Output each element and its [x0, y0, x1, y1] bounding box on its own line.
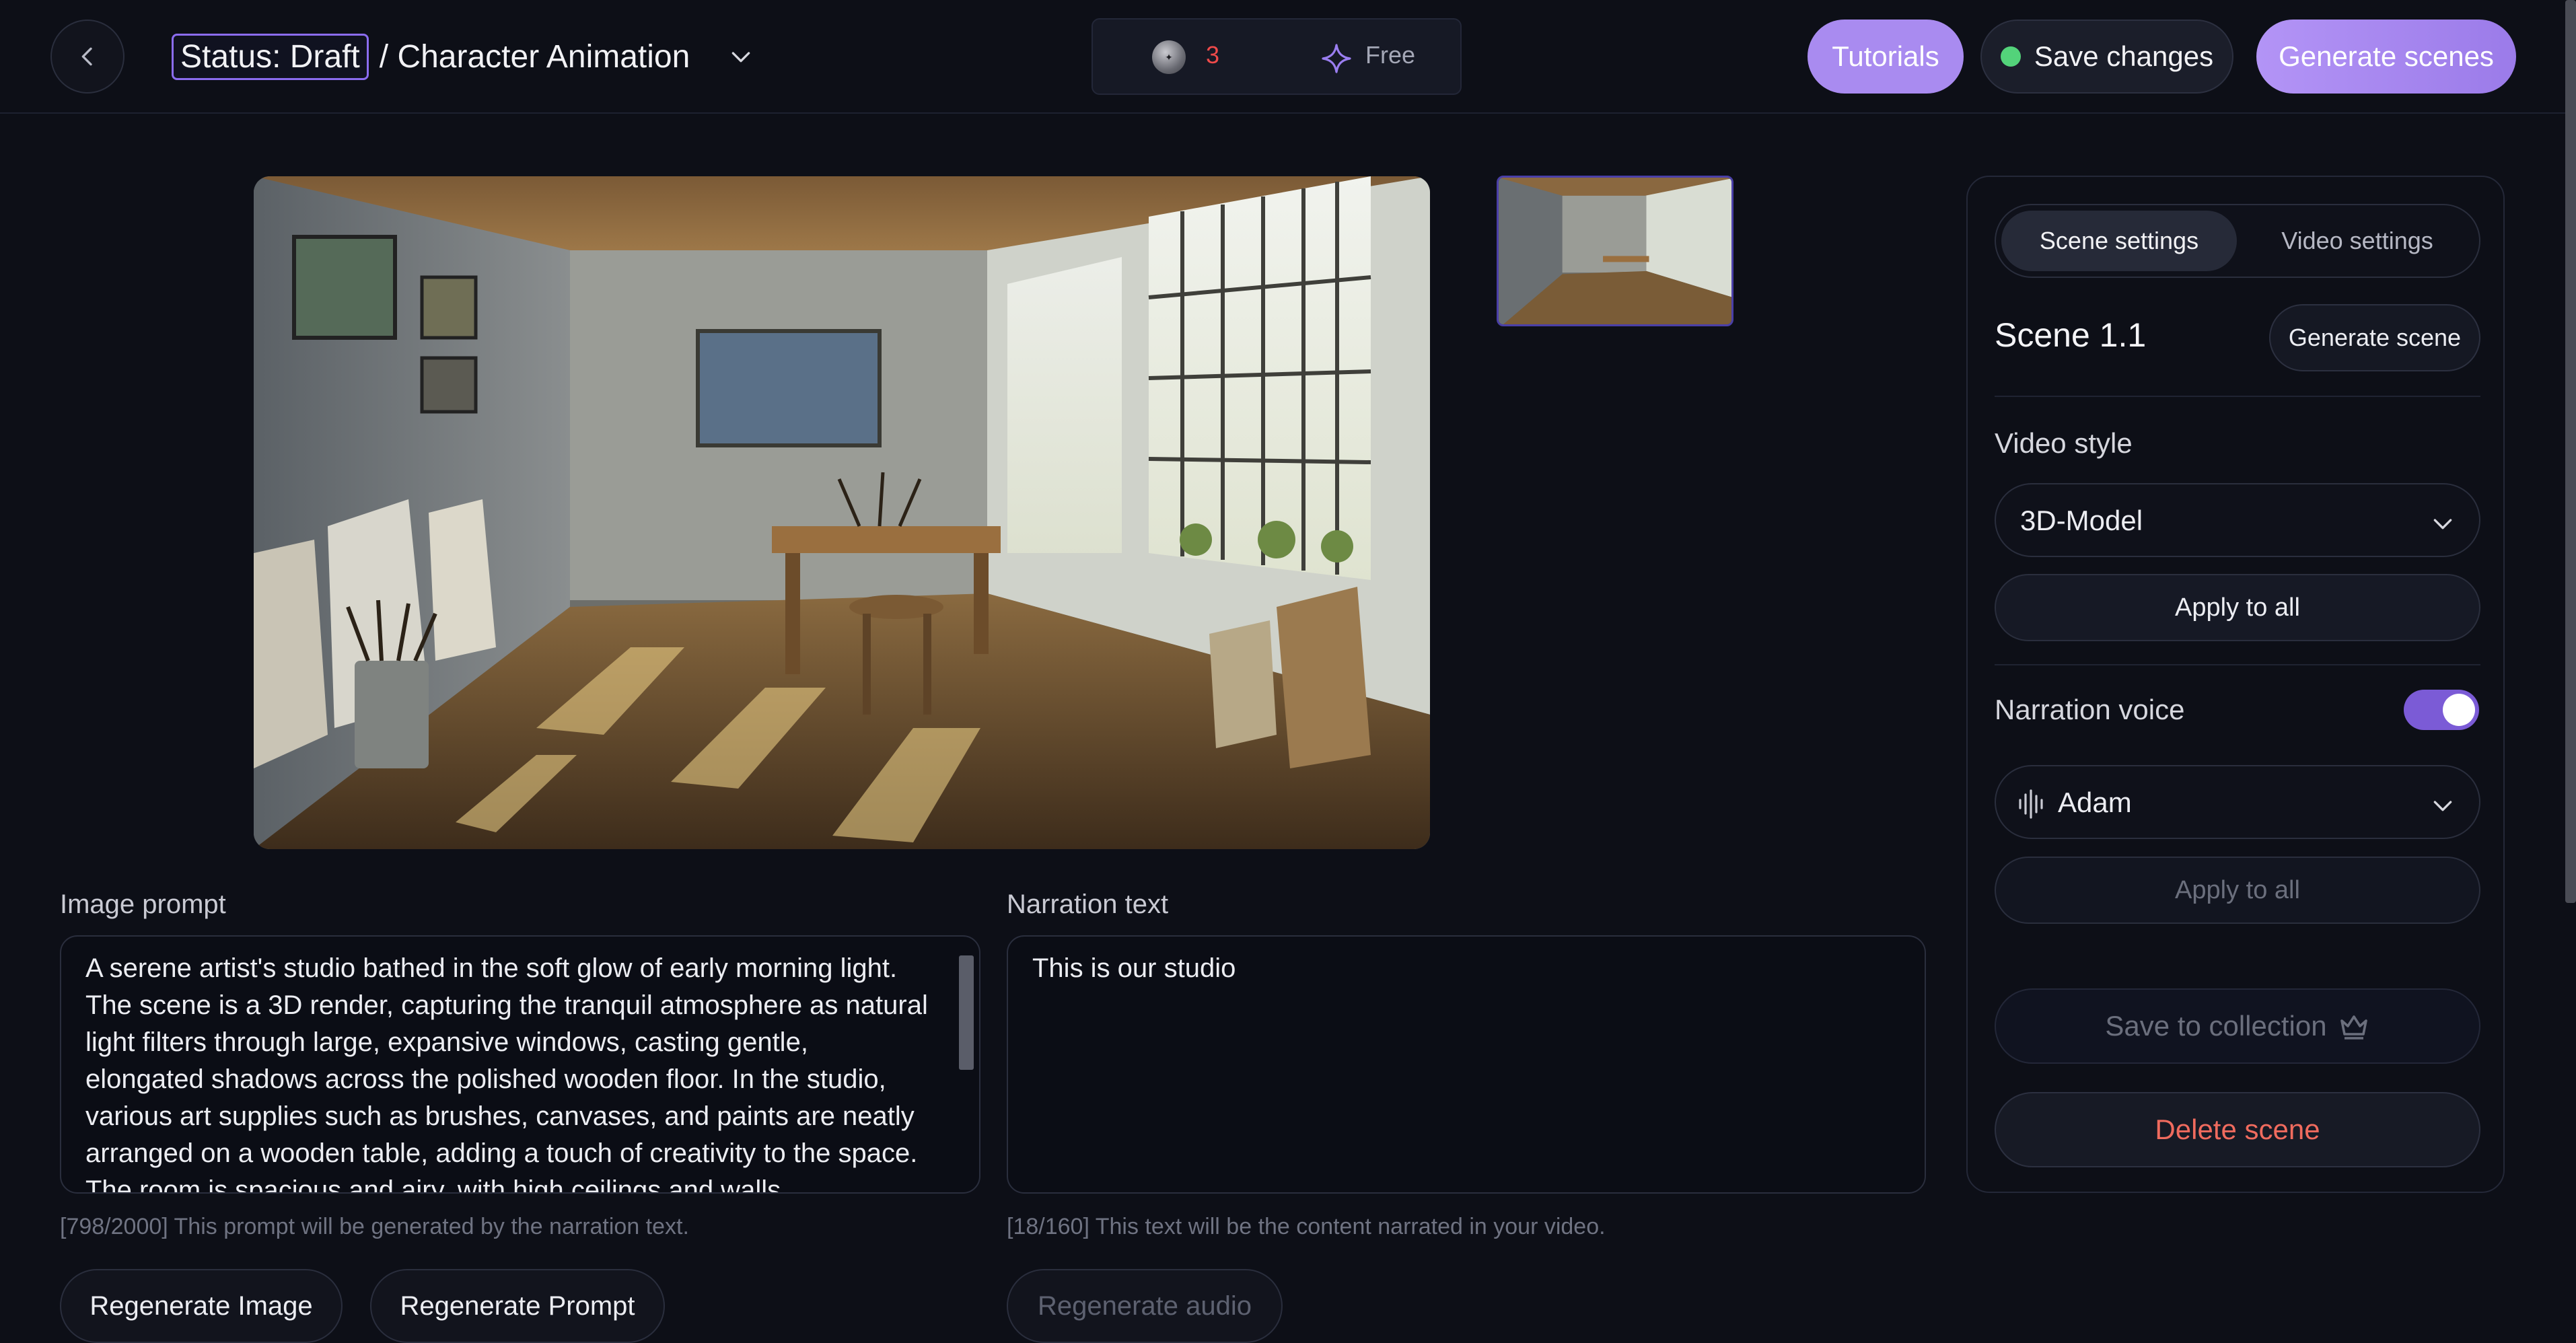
voice-value: Adam	[2058, 787, 2132, 818]
artist-studio-illustration	[254, 176, 1430, 849]
scene-image[interactable]	[254, 176, 1430, 849]
narration-voice-toggle[interactable]	[2404, 690, 2479, 730]
narration-text-value: This is our studio	[1032, 953, 1236, 983]
image-prompt-hint: [798/2000] This prompt will be generated…	[60, 1214, 689, 1239]
coin-icon: ✦	[1152, 40, 1186, 74]
divider	[1995, 396, 2480, 397]
breadcrumb: Status: Draft / Character Animation	[172, 32, 754, 81]
save-changes-button[interactable]: Save changes	[1980, 20, 2233, 94]
page-scrollbar[interactable]	[2565, 0, 2576, 903]
scene-settings-panel: Scene settings Video settings Scene 1.1 …	[1966, 176, 2505, 1193]
chevron-left-icon	[81, 47, 92, 66]
project-title: / Character Animation	[379, 38, 690, 75]
video-style-value: 3D-Model	[2020, 505, 2143, 536]
chevron-down-icon	[2433, 519, 2452, 530]
credits-widget: ✦ 3 Free	[1092, 18, 1462, 95]
image-prompt-scrollbar[interactable]	[959, 955, 974, 1070]
generate-scene-button[interactable]: Generate scene	[2269, 304, 2480, 371]
tutorials-button[interactable]: Tutorials	[1808, 20, 1964, 94]
plan-label[interactable]: Free	[1365, 41, 1415, 69]
regenerate-prompt-button[interactable]: Regenerate Prompt	[370, 1269, 665, 1343]
sparkle-icon	[1322, 44, 1351, 73]
audio-wave-icon	[2019, 789, 2043, 819]
video-style-select[interactable]: 3D-Model	[1995, 483, 2480, 557]
narration-text-label: Narration text	[1007, 890, 1169, 919]
scene-thumbnail[interactable]	[1497, 176, 1733, 326]
save-changes-label: Save changes	[2034, 40, 2214, 72]
generate-scenes-button[interactable]: Generate scenes	[2256, 20, 2516, 94]
image-prompt-text: A serene artist's studio bathed in the s…	[85, 953, 928, 1194]
top-bar: Status: Draft / Character Animation ✦ 3 …	[0, 0, 2576, 114]
regenerate-audio-button[interactable]: Regenerate audio	[1007, 1269, 1283, 1343]
status-badge[interactable]: Status: Draft	[172, 33, 369, 80]
image-prompt-label: Image prompt	[60, 890, 226, 919]
apply-voice-to-all-button[interactable]: Apply to all	[1995, 857, 2480, 924]
narration-voice-label: Narration voice	[1995, 694, 2185, 725]
chevron-down-icon	[731, 52, 750, 63]
narration-hint: [18/160] This text will be the content n…	[1007, 1214, 1606, 1239]
saved-status-dot	[2000, 46, 2021, 67]
save-to-collection-button[interactable]: Save to collection	[1995, 988, 2480, 1064]
crown-icon	[2340, 1015, 2367, 1040]
back-button[interactable]	[50, 20, 124, 94]
voice-select[interactable]: Adam	[1995, 765, 2480, 839]
regenerate-image-button[interactable]: Regenerate Image	[60, 1269, 343, 1343]
delete-scene-button[interactable]: Delete scene	[1995, 1092, 2480, 1167]
save-to-collection-label: Save to collection	[2105, 1010, 2327, 1042]
video-style-label: Video style	[1995, 427, 2133, 459]
tab-scene-settings[interactable]: Scene settings	[2001, 211, 2237, 271]
divider	[1995, 664, 2480, 665]
chevron-down-icon	[2433, 801, 2452, 811]
thumbnail-illustration	[1499, 178, 1731, 324]
project-dropdown-toggle[interactable]	[727, 43, 754, 70]
tab-video-settings[interactable]: Video settings	[2240, 211, 2475, 271]
scene-title: Scene 1.1	[1995, 316, 2147, 354]
image-prompt-input[interactable]: A serene artist's studio bathed in the s…	[60, 935, 980, 1194]
narration-text-input[interactable]: This is our studio	[1007, 935, 1926, 1194]
apply-style-to-all-button[interactable]: Apply to all	[1995, 574, 2480, 641]
settings-tabs: Scene settings Video settings	[1995, 204, 2480, 278]
toggle-knob	[2443, 694, 2475, 726]
credit-count: 3	[1206, 41, 1220, 69]
